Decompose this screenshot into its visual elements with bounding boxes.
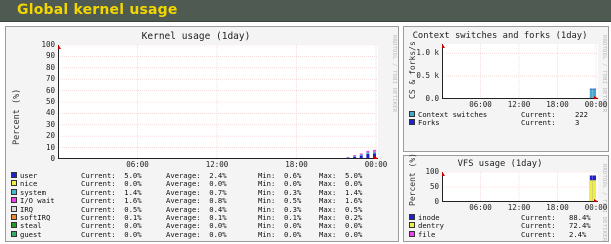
x-tick-label: 00:00	[364, 160, 388, 169]
y-tick-label: 90	[45, 51, 55, 61]
series-bar-i-o-wait	[366, 150, 370, 153]
x-tick-label: 18:00	[285, 160, 308, 169]
legend-row: user Current: 5.0% Average: 2.4% Min: 0.6% M…	[11, 171, 391, 180]
series-bar-i-o-wait	[359, 153, 363, 155]
legend-swatch	[11, 214, 17, 220]
y-tick-label: 20	[45, 131, 55, 141]
page-title: Global kernel usage	[17, 2, 178, 18]
legend-swatch	[11, 172, 17, 178]
series-bar-i-o-wait	[373, 149, 376, 152]
y-axis-arrow-icon	[56, 45, 61, 49]
legend-swatch	[11, 230, 17, 237]
y-tick-label: 100	[425, 167, 439, 176]
series-bar-system	[366, 152, 370, 154]
legend-name: file	[418, 229, 436, 239]
legend-row: inode Current: 88.4%	[409, 213, 611, 222]
x-tick-label: 06:00	[126, 160, 149, 169]
legend-current: Current: 0.0%	[81, 229, 142, 239]
series-bar-system	[353, 156, 357, 157]
y-tick-label: 0.0	[425, 94, 439, 103]
x-tick-label: 18:00	[546, 203, 569, 212]
legend-row: IRQ Current: 0.5% Average: 0.4% Min: 0.3% Ma…	[11, 205, 391, 214]
legend-row: file Current: 2.4%	[409, 229, 611, 239]
kernel-usage-panel[interactable]: Kernel usage (1day) Percent (%) RRDTOOL …	[5, 26, 399, 242]
y-tick-label: 1.0 k	[416, 48, 439, 58]
kernel-y-axis-label: Percent (%)	[12, 88, 22, 145]
legend-swatch	[11, 180, 17, 187]
legend-swatch	[409, 119, 415, 126]
x-tick-label: 12:00	[507, 203, 531, 212]
legend-swatch	[11, 188, 17, 195]
kernel-watermark: RRDTOOL / TOBI OETIKER	[391, 35, 397, 113]
series-bar-context-switches	[589, 88, 593, 99]
legend-average: Average: 0.0%	[166, 229, 227, 239]
x-tick-label: 06:00	[469, 100, 492, 109]
kernel-chart-svg	[56, 44, 378, 161]
header-bar: Global kernel usage	[0, 0, 611, 22]
x-tick-label: 12:00	[205, 160, 229, 169]
vfs-usage-panel[interactable]: VFS usage (1day) Percent (%) RRDTOOL / T…	[403, 153, 611, 242]
legend-swatch	[409, 111, 415, 117]
legend-row: softIRQ Current: 0.1% Average: 0.1% Min: 0.…	[11, 213, 391, 222]
x-tick-label: 00:00	[584, 203, 608, 212]
series-bar-forks	[589, 88, 593, 90]
legend-row: guest Current: 0.0% Average: 0.0% Min: 0.0%…	[11, 229, 391, 239]
vfs-plot-area	[440, 171, 598, 204]
legend-row: I/O wait Current: 1.6% Average: 0.8% Min: 0…	[11, 196, 391, 205]
ctx-plot-area	[440, 44, 598, 101]
y-tick-label: 100	[41, 40, 55, 49]
legend-row: system Current: 1.4% Average: 0.7% Min: 0.3…	[11, 188, 391, 197]
legend-swatch	[409, 214, 415, 220]
x-tick-label: 06:00	[469, 203, 492, 212]
series-bar-i-o-wait	[346, 156, 350, 158]
series-bar-system	[359, 154, 363, 156]
y-tick-label: 70	[45, 74, 55, 84]
legend-row: steal Current: 0.0% Average: 0.0% Min: 0.0%…	[11, 221, 391, 230]
kernel-plot-area	[56, 44, 378, 161]
y-tick-label: 0	[50, 154, 55, 163]
y-axis-arrow-icon	[440, 172, 445, 176]
legend-name: Forks	[418, 118, 440, 128]
series-bar-dentry	[593, 180, 596, 202]
ctx-chart-title: Context switches and forks (1day)	[412, 31, 588, 41]
kernel-chart-title: Kernel usage (1day)	[141, 31, 251, 42]
y-tick-label: 0	[434, 197, 439, 206]
y-tick-label: 30	[45, 119, 55, 129]
legend-min: Min: 0.0%	[258, 229, 302, 239]
legend-value: 2.4%	[569, 229, 587, 239]
legend-label: Current:	[521, 118, 556, 128]
series-bar-system	[373, 151, 376, 154]
legend-swatch	[11, 197, 17, 204]
legend-label: Current:	[521, 229, 556, 239]
context-switches-panel[interactable]: Context switches and forks (1day) CS & f…	[403, 26, 609, 152]
y-tick-label: 60	[45, 85, 55, 95]
legend-row: nice Current: 0.0% Average: 0.0% Min: 0.0% M…	[11, 179, 391, 188]
x-tick-label: 18:00	[546, 100, 569, 109]
series-bar-forks	[593, 88, 596, 90]
y-tick-label: 50	[45, 97, 55, 106]
x-tick-label: 00:00	[584, 100, 608, 109]
y-axis-arrow-icon	[440, 44, 445, 48]
legend-row: dentry Current: 72.4%	[409, 221, 611, 230]
legend-swatch	[11, 222, 17, 229]
series-bar-dentry	[589, 180, 593, 202]
ctx-chart-svg	[440, 44, 598, 101]
y-tick-label: 80	[45, 62, 55, 72]
legend-name: guest	[20, 229, 42, 239]
legend-row: Forks Current: 3	[409, 118, 611, 128]
vfs-chart-svg	[440, 171, 598, 204]
legend-row: Context switches Current: 222	[409, 110, 611, 119]
legend-swatch	[409, 230, 415, 237]
y-tick-label: 40	[45, 108, 55, 118]
y-tick-label: 10	[45, 142, 55, 152]
y-tick-label: 0.5 k	[416, 71, 439, 81]
legend-swatch	[409, 222, 415, 229]
legend-value: 3	[575, 118, 580, 128]
legend-swatch	[11, 205, 17, 212]
series-bar-i-o-wait	[353, 155, 357, 157]
x-tick-label: 12:00	[507, 100, 531, 109]
y-tick-label: 50	[429, 182, 439, 191]
legend-max: Max: 0.0%	[319, 229, 363, 239]
